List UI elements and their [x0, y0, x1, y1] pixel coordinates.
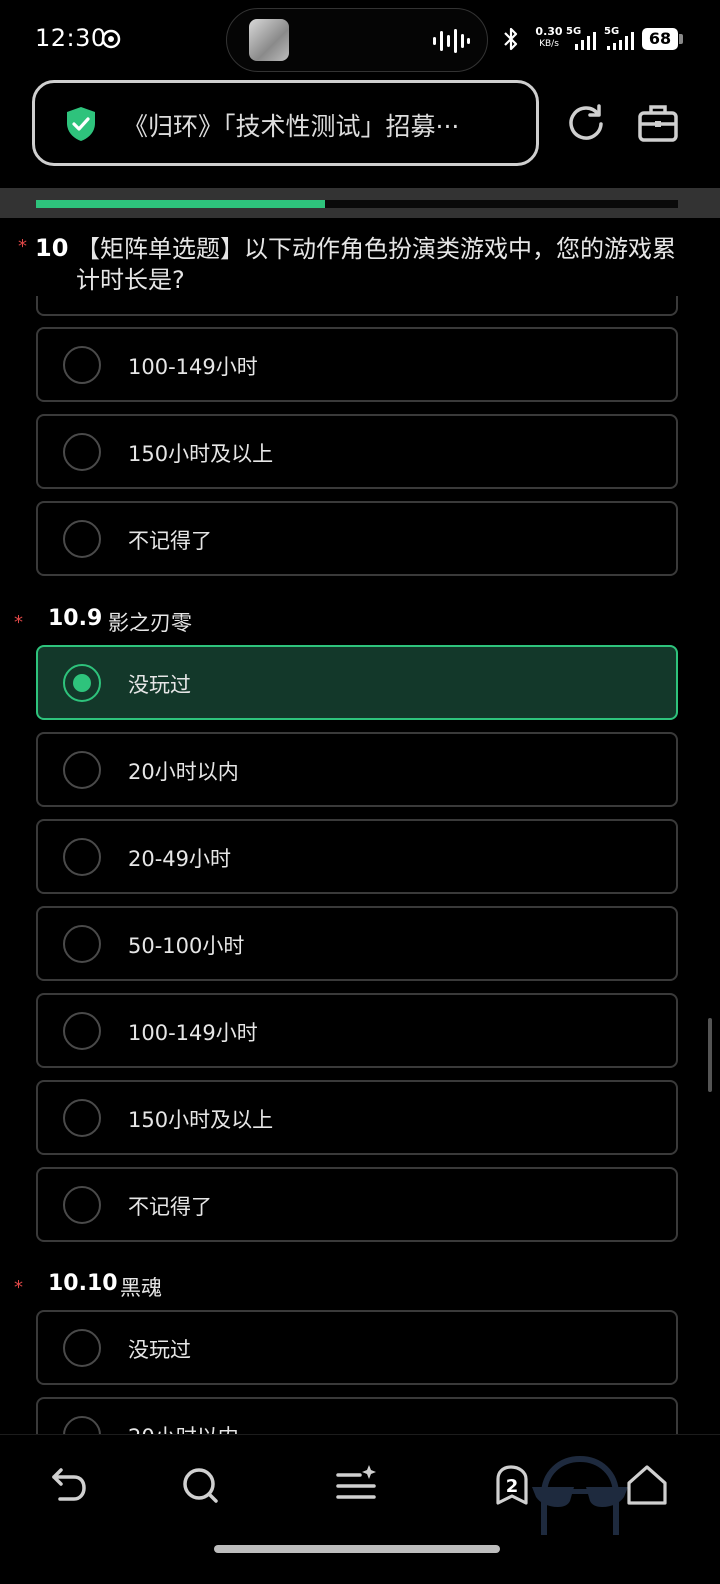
question-title: 【矩阵单选题】以下动作角色扮演类游戏中，您的游戏累计时长是?: [76, 235, 676, 294]
dynamic-island[interactable]: [226, 8, 488, 72]
radio-unchecked-icon[interactable]: [63, 1012, 101, 1050]
signal-2: 5G: [604, 26, 638, 52]
option-label: 不记得了: [128, 529, 212, 553]
media-thumbnail: [249, 19, 289, 61]
signal-1-label: 5G: [566, 26, 582, 37]
scrollbar[interactable]: [708, 1018, 712, 1092]
option-label: 不记得了: [128, 1195, 212, 1219]
radio-option[interactable]: 20小时以内: [36, 732, 678, 807]
subquestion-name: 黑魂: [120, 1276, 162, 1300]
menu-icon: [336, 1465, 376, 1499]
subquestion-number: 10.9: [48, 606, 103, 631]
home-indicator[interactable]: [214, 1545, 500, 1553]
audio-wave-icon: [433, 29, 470, 53]
option-label: 100-149小时: [128, 355, 258, 379]
radio-option[interactable]: 100-149小时: [36, 327, 678, 402]
option-label: 150小时及以上: [128, 442, 274, 466]
status-bar: 12:30 0.30 KB/s 5G 5G 68: [0, 0, 720, 78]
option-label: 100-149小时: [128, 1021, 258, 1045]
net-speed-value: 0.30: [535, 25, 563, 38]
radio-unchecked-icon[interactable]: [63, 433, 101, 471]
back-icon: [52, 1468, 86, 1501]
radio-option[interactable]: 没玩过: [36, 645, 678, 720]
progress-fill: [36, 200, 325, 208]
radio-unchecked-icon[interactable]: [63, 838, 101, 876]
status-time: 12:30: [35, 24, 107, 52]
search-icon: [183, 1468, 218, 1503]
sync-icon: [101, 29, 121, 49]
home-icon: [627, 1465, 667, 1505]
required-marker: *: [14, 612, 23, 633]
net-speed-unit: KB/s: [539, 39, 559, 49]
radio-option[interactable]: 50-100小时: [36, 906, 678, 981]
radio-unchecked-icon[interactable]: [63, 1099, 101, 1137]
radio-unchecked-icon[interactable]: [63, 520, 101, 558]
option-label: 50-100小时: [128, 934, 245, 958]
bottom-navigation: 2: [0, 1434, 720, 1584]
option-label: 150小时及以上: [128, 1108, 274, 1132]
address-bar[interactable]: 《归环》「技术性测试」招募···: [32, 80, 539, 166]
toolbox-icon[interactable]: [638, 104, 678, 142]
radio-checked-icon[interactable]: [63, 664, 101, 702]
bluetooth-icon: [504, 27, 518, 51]
radio-option[interactable]: 不记得了: [36, 1167, 678, 1242]
network-speed: 0.30 KB/s: [532, 26, 566, 50]
radio-option[interactable]: 20-49小时: [36, 819, 678, 894]
radio-option[interactable]: 没玩过: [36, 1310, 678, 1385]
option-label: 20-49小时: [128, 847, 232, 871]
search-button[interactable]: [178, 1463, 222, 1507]
battery-indicator: 68: [642, 28, 683, 50]
radio-option[interactable]: 不记得了: [36, 501, 678, 576]
radio-option[interactable]: 150小时及以上: [36, 1080, 678, 1155]
mascot-overlay-icon[interactable]: [530, 1455, 630, 1535]
progress-track: [36, 200, 678, 208]
radio-unchecked-icon[interactable]: [63, 346, 101, 384]
option-label: 20小时以内: [128, 760, 239, 784]
signal-2-label: 5G: [604, 26, 620, 37]
question-number: 10: [35, 234, 69, 262]
subquestion-number: 10.10: [48, 1271, 118, 1296]
required-marker: *: [18, 236, 27, 257]
refresh-icon[interactable]: [566, 102, 606, 142]
home-button[interactable]: [625, 1463, 669, 1507]
radio-unchecked-icon[interactable]: [63, 1329, 101, 1367]
option-card-partial[interactable]: [36, 296, 678, 316]
menu-button[interactable]: [334, 1463, 378, 1507]
radio-unchecked-icon[interactable]: [63, 925, 101, 963]
radio-option[interactable]: 100-149小时: [36, 993, 678, 1068]
back-button[interactable]: [44, 1463, 88, 1507]
survey-progress: [0, 188, 720, 218]
subquestion-name: 影之刃零: [108, 611, 192, 635]
page-title: 《归环》「技术性测试」招募···: [123, 112, 460, 141]
signal-1: 5G: [566, 26, 600, 52]
tab-count: 2: [505, 1476, 519, 1497]
radio-unchecked-icon[interactable]: [63, 751, 101, 789]
radio-unchecked-icon[interactable]: [63, 1186, 101, 1224]
option-label: 没玩过: [128, 1338, 191, 1362]
radio-option[interactable]: 150小时及以上: [36, 414, 678, 489]
option-label: 没玩过: [128, 673, 191, 697]
required-marker: *: [14, 1277, 23, 1298]
shield-check-icon: [67, 107, 95, 141]
